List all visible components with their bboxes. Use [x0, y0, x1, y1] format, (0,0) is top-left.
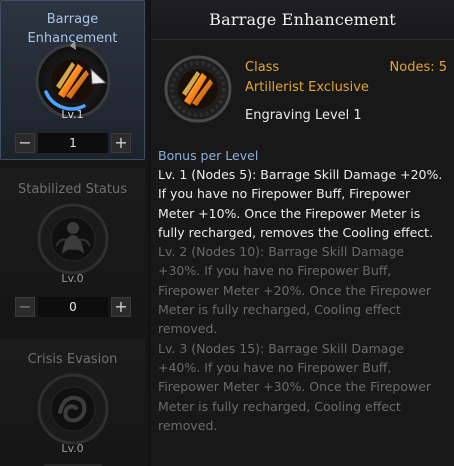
engraving-card-stabilized-status[interactable]: Stabilized Status Lv.0 − 0 +	[0, 168, 145, 328]
bonus-level-2: Lv. 2 (Nodes 10): Barrage Skill Damage +…	[158, 244, 432, 337]
engraving-card-barrage-enhancement[interactable]: Barrage Enhancement Lv.1 − 1 +	[0, 0, 145, 160]
level-input[interactable]: 1	[38, 133, 108, 153]
panel-header: Barrage Enhancement	[151, 0, 454, 40]
class-value: Artillerist Exclusive	[245, 80, 369, 95]
decrease-button[interactable]: −	[15, 297, 35, 317]
decrease-button[interactable]: −	[15, 133, 35, 153]
level-stepper: − 1 +	[15, 133, 131, 153]
engraving-level: Lv.1	[61, 108, 84, 121]
engraving-title: Stabilized Status	[17, 182, 128, 197]
engraving-title: Crisis Evasion	[27, 352, 118, 367]
engraving-list: Barrage Enhancement Lv.1 − 1 + Stabilize…	[0, 0, 148, 466]
level-input[interactable]: 0	[38, 297, 108, 317]
bonus-heading: Bonus per Level	[158, 148, 259, 163]
engraving-card-crisis-evasion[interactable]: Crisis Evasion Lv.0	[0, 338, 145, 466]
increase-button[interactable]: +	[111, 297, 131, 317]
nodes-count: Nodes: 5	[389, 60, 447, 75]
panel-title: Barrage Enhancement	[209, 10, 396, 29]
crisis-evasion-icon	[37, 373, 108, 445]
stabilized-status-icon	[37, 203, 108, 275]
engraving-level: Lv.0	[61, 442, 84, 455]
bonus-level-1: Lv. 1 (Nodes 5): Barrage Skill Damage +2…	[158, 167, 443, 240]
engraving-level: Lv.0	[61, 272, 84, 285]
barrage-icon	[164, 55, 232, 123]
increase-button[interactable]: +	[111, 133, 131, 153]
engraving-detail-panel: Barrage Enhancement Class Nodes: 5 Artil…	[151, 0, 454, 466]
engraving-level-text: Engraving Level 1	[245, 108, 362, 123]
class-label: Class	[245, 60, 280, 75]
bonus-per-level: Bonus per Level Lv. 1 (Nodes 5): Barrage…	[158, 147, 450, 435]
bonus-level-3: Lv. 3 (Nodes 15): Barrage Skill Damage +…	[158, 340, 432, 433]
level-stepper: − 0 +	[15, 297, 131, 317]
